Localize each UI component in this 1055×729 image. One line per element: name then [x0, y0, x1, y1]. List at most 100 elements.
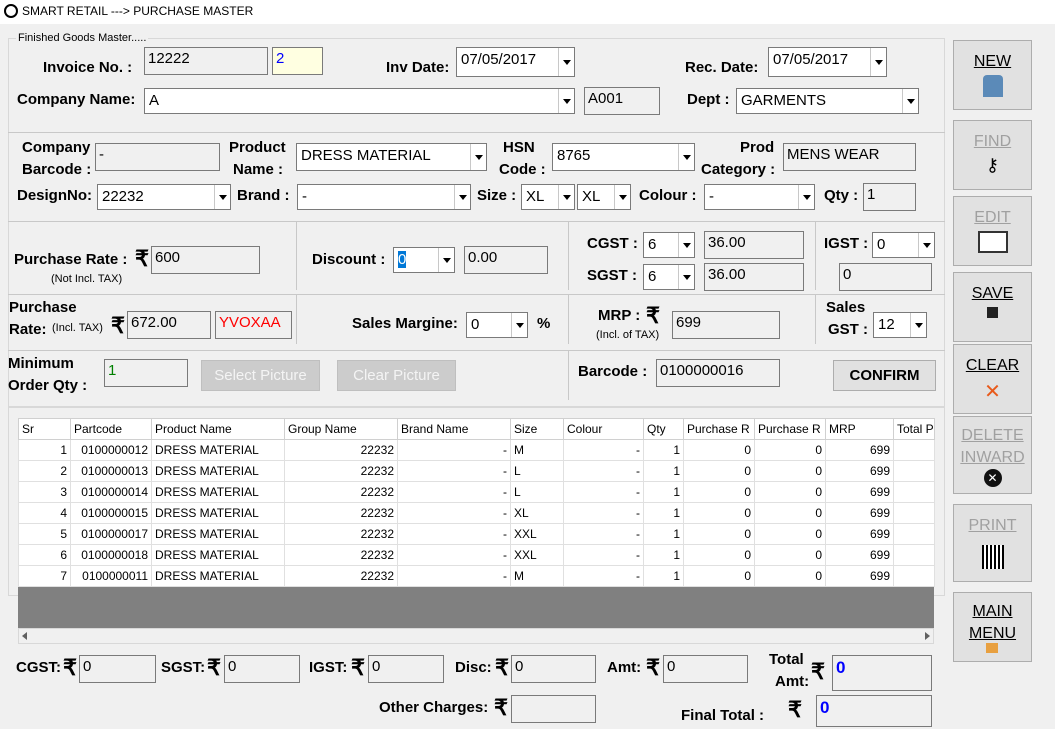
table-cell[interactable]: 22232 — [284, 523, 398, 545]
delete-inward-button[interactable]: DELETE INWARD ✕ — [953, 416, 1032, 494]
table-cell[interactable]: 6 — [18, 544, 71, 566]
column-header[interactable]: Purchase R — [754, 418, 826, 440]
table-cell[interactable]: 22232 — [284, 544, 398, 566]
select-picture-button[interactable]: Select Picture — [201, 360, 320, 391]
chevron-down-icon[interactable] — [918, 233, 934, 257]
sales-gst-combo[interactable]: 12 — [873, 312, 927, 338]
table-cell[interactable]: 1 — [643, 565, 684, 587]
table-cell[interactable]: - — [563, 460, 644, 482]
table-row[interactable]: 6 0100000018 DRESS MATERIAL 22232- XXL -1 0 0 69… — [18, 544, 935, 566]
table-cell[interactable]: 0 — [754, 502, 826, 524]
total-igst-field[interactable]: 0 — [368, 655, 444, 683]
table-cell[interactable]: 1 — [18, 439, 71, 461]
column-header[interactable]: Partcode — [70, 418, 152, 440]
table-cell[interactable]: 2 — [18, 460, 71, 482]
main-menu-button[interactable]: MAIN MENU — [953, 592, 1032, 662]
print-button[interactable]: PRINT — [953, 504, 1032, 582]
chevron-down-icon[interactable] — [511, 313, 527, 337]
table-cell[interactable]: 0 — [683, 439, 755, 461]
table-cell[interactable]: 1 — [643, 439, 684, 461]
scroll-right-icon[interactable] — [925, 632, 930, 640]
company-name-combo[interactable]: A — [144, 88, 575, 114]
table-cell[interactable] — [893, 565, 935, 587]
table-row[interactable]: 2 0100000013 DRESS MATERIAL 22232- L -1 0 0 699 — [18, 460, 935, 482]
table-cell[interactable]: 0100000014 — [70, 481, 152, 503]
scroll-thumb[interactable] — [36, 630, 556, 642]
table-cell[interactable]: - — [563, 523, 644, 545]
grand-total-field[interactable]: 0 — [832, 655, 932, 691]
chevron-down-icon[interactable] — [470, 144, 486, 170]
cgst-amt-field[interactable]: 36.00 — [704, 231, 804, 259]
igst-amt-field[interactable]: 0 — [839, 263, 932, 291]
table-cell[interactable]: 0 — [683, 544, 755, 566]
igst-rate-combo[interactable]: 0 — [872, 232, 935, 258]
column-header[interactable]: Product Name — [151, 418, 285, 440]
table-row[interactable]: 7 0100000011 DRESS MATERIAL 22232- M -1 0 0 699 — [18, 565, 935, 587]
table-cell[interactable]: 0 — [683, 565, 755, 587]
clear-button[interactable]: CLEAR ✕ — [953, 344, 1032, 414]
table-cell[interactable]: 699 — [825, 544, 894, 566]
invoice-no-field[interactable]: 12222 — [144, 47, 268, 75]
table-cell[interactable]: 0 — [754, 481, 826, 503]
table-cell[interactable]: XL — [510, 502, 564, 524]
table-cell[interactable]: L — [510, 460, 564, 482]
column-header[interactable]: MRP — [825, 418, 894, 440]
column-header[interactable]: Group Name — [284, 418, 398, 440]
table-cell[interactable]: XXL — [510, 544, 564, 566]
table-cell[interactable]: 22232 — [284, 565, 398, 587]
company-barcode-field[interactable]: - — [95, 143, 220, 171]
table-cell[interactable] — [893, 502, 935, 524]
column-header[interactable]: Size — [510, 418, 564, 440]
rate-code-field[interactable]: YVOXAA — [215, 311, 292, 339]
table-cell[interactable]: - — [397, 481, 511, 503]
scroll-left-icon[interactable] — [22, 632, 27, 640]
horizontal-scrollbar[interactable] — [18, 628, 934, 644]
table-cell[interactable]: 1 — [643, 523, 684, 545]
chevron-down-icon[interactable] — [558, 89, 574, 113]
discount-amt-field[interactable]: 0.00 — [464, 246, 548, 274]
chevron-down-icon[interactable] — [558, 185, 574, 209]
total-cgst-field[interactable]: 0 — [79, 655, 156, 683]
table-cell[interactable]: DRESS MATERIAL — [151, 439, 285, 461]
table-row[interactable]: 1 0100000012 DRESS MATERIAL 22232- M -1 0 0 699 — [18, 439, 935, 461]
chevron-down-icon[interactable] — [678, 265, 694, 289]
find-button[interactable]: FIND ⚷ — [953, 120, 1032, 190]
table-cell[interactable]: - — [397, 565, 511, 587]
column-header[interactable]: Colour — [563, 418, 644, 440]
table-cell[interactable]: 0 — [754, 544, 826, 566]
table-cell[interactable]: DRESS MATERIAL — [151, 502, 285, 524]
prod-category-field[interactable]: MENS WEAR — [783, 143, 916, 171]
table-cell[interactable]: DRESS MATERIAL — [151, 481, 285, 503]
discount-pct-combo[interactable]: 0 — [393, 247, 455, 273]
min-order-qty-field[interactable]: 1 — [104, 359, 188, 387]
table-cell[interactable]: 699 — [825, 565, 894, 587]
column-header[interactable]: Qty — [643, 418, 684, 440]
table-cell[interactable]: DRESS MATERIAL — [151, 565, 285, 587]
total-amt-field[interactable]: 0 — [663, 655, 748, 683]
table-cell[interactable]: DRESS MATERIAL — [151, 544, 285, 566]
table-cell[interactable]: 0 — [754, 460, 826, 482]
table-cell[interactable]: 22232 — [284, 460, 398, 482]
table-cell[interactable]: - — [563, 481, 644, 503]
chevron-down-icon[interactable] — [454, 185, 470, 209]
table-cell[interactable]: 0100000017 — [70, 523, 152, 545]
table-cell[interactable]: 22232 — [284, 502, 398, 524]
chevron-down-icon[interactable] — [870, 48, 886, 76]
table-cell[interactable]: 0 — [754, 565, 826, 587]
table-cell[interactable]: M — [510, 439, 564, 461]
table-cell[interactable] — [893, 523, 935, 545]
chevron-down-icon[interactable] — [902, 89, 918, 113]
table-cell[interactable]: 4 — [18, 502, 71, 524]
design-no-combo[interactable]: 22232 — [97, 184, 231, 210]
table-cell[interactable]: 0100000013 — [70, 460, 152, 482]
table-cell[interactable] — [893, 544, 935, 566]
table-cell[interactable]: 699 — [825, 439, 894, 461]
new-button[interactable]: NEW — [953, 40, 1032, 110]
table-cell[interactable]: 0 — [683, 502, 755, 524]
table-cell[interactable]: 1 — [643, 502, 684, 524]
company-code-field[interactable]: A001 — [584, 87, 660, 115]
chevron-down-icon[interactable] — [214, 185, 230, 209]
confirm-button[interactable]: CONFIRM — [833, 360, 936, 391]
table-cell[interactable]: 7 — [18, 565, 71, 587]
column-header[interactable]: Total P — [893, 418, 935, 440]
